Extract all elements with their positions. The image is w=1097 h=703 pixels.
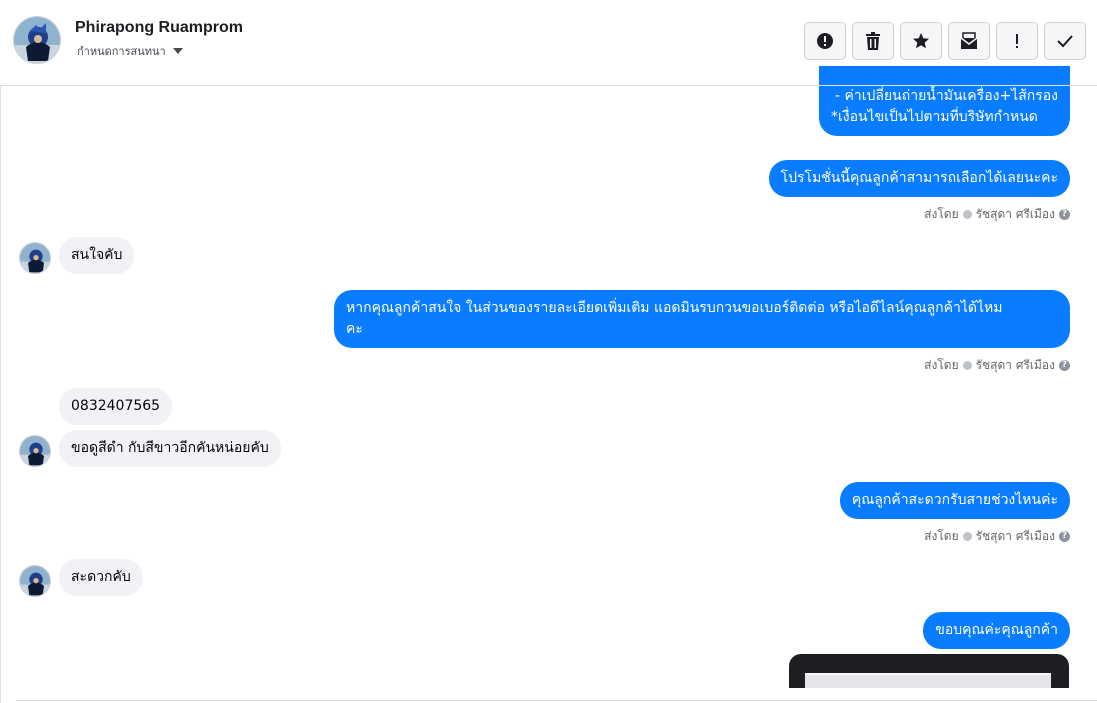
incoming-message[interactable]: สะดวกคับ <box>59 559 143 596</box>
contact-avatar-small <box>19 242 51 274</box>
message-line: *เงื่อนไขเป็นไปตามที่บริษัทกำหนด <box>831 109 1038 125</box>
outgoing-message[interactable]: - ค่าเปลี่ยนถ่ายน้ำมันเครื่อง+ไส้กรอง *เ… <box>819 66 1070 136</box>
help-icon[interactable]: ? <box>1059 360 1070 371</box>
sent-by-info: ส่งโดย รัชสุดา ศรีเมือง ? <box>924 356 1070 375</box>
help-icon[interactable]: ? <box>1059 531 1070 542</box>
conversation-label-text: กำหนดการสนทนา <box>77 45 166 58</box>
contact-avatar-small <box>19 435 51 467</box>
mark-unread-button[interactable] <box>948 22 990 60</box>
outgoing-message[interactable]: โปรโมชั่นนี้คุณลูกค้าสามารถเลือกได้เลยนะ… <box>768 160 1070 197</box>
agent-avatar-icon <box>962 532 972 541</box>
incoming-message[interactable]: สนใจคับ <box>59 237 135 274</box>
sent-by-info: ส่งโดย รัชสุดา ศรีเมือง ? <box>924 205 1070 224</box>
message-line: คะ <box>346 321 363 337</box>
sent-by-prefix: ส่งโดย <box>924 207 959 221</box>
caret-down-icon <box>172 48 183 54</box>
trash-icon <box>866 32 880 50</box>
sent-by-info: ส่งโดย รัชสุดา ศรีเมือง ? <box>924 527 1070 546</box>
incoming-message[interactable]: 0832407565 <box>59 388 173 425</box>
mark-spam-button[interactable] <box>804 22 846 60</box>
exclamation-icon <box>1016 34 1018 48</box>
contact-avatar-small <box>19 565 51 597</box>
sent-by-prefix: ส่งโดย <box>924 529 959 543</box>
checkmark-icon <box>1057 35 1073 48</box>
outgoing-message[interactable]: คุณลูกค้าสะดวกรับสายช่วงไหนค่ะ <box>839 482 1070 519</box>
outgoing-message[interactable]: หากคุณลูกค้าสนใจ ในส่วนของรายละเอียดเพิ่… <box>334 290 1070 348</box>
incoming-message[interactable]: ขอดูสีดำ กับสีขาวอีกคันหน่อยคับ <box>59 430 281 467</box>
outgoing-message[interactable]: ขอบคุณค่ะคุณลูกค้า <box>923 612 1070 649</box>
composer-divider <box>16 700 1097 701</box>
help-icon[interactable]: ? <box>1059 209 1070 220</box>
contact-avatar[interactable] <box>13 16 61 64</box>
mark-done-button[interactable] <box>1044 22 1086 60</box>
agent-avatar-icon <box>962 361 972 370</box>
contact-name[interactable]: Phirapong Ruamprom <box>75 19 243 37</box>
sent-by-agent[interactable]: รัชสุดา ศรีเมือง <box>976 527 1055 546</box>
sent-by-agent[interactable]: รัชสุดา ศรีเมือง <box>976 356 1055 375</box>
star-button[interactable] <box>900 22 942 60</box>
sent-by-prefix: ส่งโดย <box>924 358 959 372</box>
image-preview <box>805 673 1051 688</box>
message-line: - ค่าเปลี่ยนถ่ายน้ำมันเครื่อง+ไส้กรอง <box>835 88 1058 104</box>
star-icon <box>913 33 929 49</box>
image-attachment[interactable] <box>789 654 1069 688</box>
envelope-icon <box>960 32 978 49</box>
conversation-label-dropdown[interactable]: กำหนดการสนทนา <box>77 42 183 60</box>
agent-avatar-icon <box>962 210 972 219</box>
panel-divider <box>0 86 1 703</box>
alert-circle-icon <box>817 33 833 49</box>
follow-up-button[interactable] <box>996 22 1038 60</box>
sent-by-agent[interactable]: รัชสุดา ศรีเมือง <box>976 205 1055 224</box>
delete-button[interactable] <box>852 22 894 60</box>
message-line: หากคุณลูกค้าสนใจ ในส่วนของรายละเอียดเพิ่… <box>346 300 1003 316</box>
